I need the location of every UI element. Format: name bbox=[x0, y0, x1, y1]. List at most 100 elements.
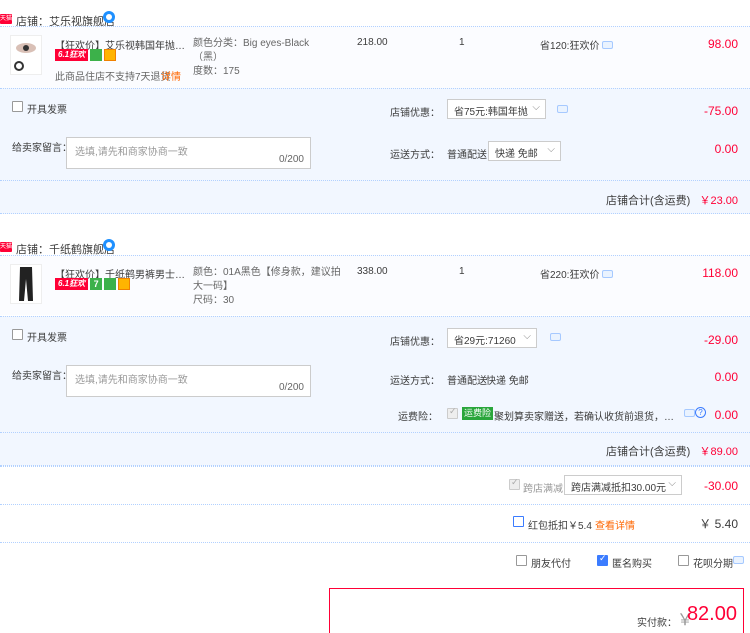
store-discount-select[interactable]: 省75元:韩国年抛 ⌵ bbox=[447, 99, 546, 119]
cross-store-value: 跨店满减抵扣30.00元 bbox=[571, 483, 667, 494]
store-discount-select[interactable]: 省29元:71260 ⌵ bbox=[447, 328, 537, 348]
tmall-badge: 天猫 bbox=[0, 14, 13, 24]
cross-store-select[interactable]: 跨店满减抵扣30.00元 ⌵ bbox=[564, 475, 682, 495]
sku-line: 尺码：30 bbox=[193, 295, 235, 306]
shipping-amount: 0.00 bbox=[714, 142, 738, 156]
huabei-info-icon[interactable] bbox=[733, 556, 744, 564]
insurance-checkbox[interactable] bbox=[447, 406, 458, 419]
shipping-type: 普通配送 bbox=[447, 376, 487, 387]
shipping-type: 普通配送 bbox=[447, 150, 487, 161]
discount-info-icon[interactable] bbox=[557, 105, 568, 113]
chevron-down-icon: ⌵ bbox=[547, 144, 555, 155]
red-packet-detail-link[interactable]: 查看详情 bbox=[595, 517, 635, 532]
chevron-down-icon: ⌵ bbox=[532, 102, 540, 113]
sku-line: 大一码】 bbox=[193, 281, 233, 292]
store-total-label: 店铺合计(含运费) bbox=[606, 195, 691, 207]
item-promo: 省220:狂欢价 bbox=[540, 270, 600, 281]
seven-day-return-icon: 7 bbox=[90, 278, 103, 290]
sku-info: 颜色：01A黑色【修身款，建议拍 大一码】 尺码：30 bbox=[193, 266, 341, 308]
store-discount-amount: -29.00 bbox=[703, 333, 738, 347]
huabei-checkbox[interactable] bbox=[678, 555, 689, 566]
tag-61-festival: 6.1狂欢 bbox=[55, 49, 89, 61]
tag-61-festival: 6.1狂欢 bbox=[55, 278, 89, 290]
invoice-label: 开具发票 bbox=[27, 105, 67, 116]
promo-tags: 6.1狂欢 bbox=[55, 49, 117, 61]
promo-tags: 6.1狂欢 7 bbox=[55, 278, 131, 290]
invoice-label: 开具发票 bbox=[27, 333, 67, 344]
chevron-down-icon: ⌵ bbox=[523, 331, 531, 342]
memo-char-count: 0/200 bbox=[278, 382, 304, 393]
payment-options-row: 朋友代付 匿名购买 花呗分期 bbox=[0, 542, 750, 582]
sku-info: 颜色分类：Big eyes-Black （黑） 度数：175 bbox=[193, 37, 309, 79]
shipping-amount: 0.00 bbox=[714, 370, 738, 384]
cross-store-discount-row: 跨店满减 跨店满减抵扣30.00元 ⌵ -30.00 bbox=[0, 466, 750, 504]
anonymous-checkbox[interactable] bbox=[597, 553, 608, 566]
seller-memo-input[interactable]: 选填,请先和商家协商一致 0/200 bbox=[66, 365, 311, 397]
store-discount-amount: -75.00 bbox=[703, 104, 738, 118]
insurance-text: 聚划算卖家赠送，若确认收货前退货，可获... bbox=[494, 412, 674, 423]
wangwang-chat-icon[interactable] bbox=[103, 239, 115, 251]
huabei-label: 花呗分期 bbox=[693, 559, 733, 570]
store-total-amount: ￥89.00 bbox=[699, 446, 738, 458]
memo-placeholder: 选填,请先和商家协商一致 bbox=[75, 375, 188, 386]
store-discount-value: 省75元:韩国年抛 bbox=[454, 107, 528, 118]
store-total-amount: ￥23.00 bbox=[699, 195, 738, 207]
cross-store-label: 跨店满减 bbox=[523, 484, 563, 495]
shipping-label: 运送方式： bbox=[390, 376, 440, 387]
memo-label: 给卖家留言： bbox=[12, 143, 72, 154]
memo-placeholder: 选填,请先和商家协商一致 bbox=[75, 147, 188, 158]
sku-line: 颜色：01A黑色【修身款，建议拍 bbox=[193, 267, 341, 278]
promo-info-icon[interactable] bbox=[602, 41, 613, 49]
return-notice-detail-link[interactable]: 详情 bbox=[161, 68, 181, 83]
store-total-label: 店铺合计(含运费) bbox=[606, 446, 691, 458]
order-item-row: 【狂欢价】艾乐视韩国年抛美瞳... 6.1狂欢 此商品住店不支持7天退货 详情 … bbox=[0, 26, 750, 88]
card-icon bbox=[104, 49, 117, 61]
item-amount: 98.00 bbox=[707, 37, 738, 51]
product-thumbnail[interactable] bbox=[10, 35, 42, 75]
insurance-label: 运费险： bbox=[398, 412, 438, 423]
quantity: 1 bbox=[459, 37, 465, 48]
order-item-row: 【狂欢价】千纸鹤男裤男士修身... 6.1狂欢 7 颜色：01A黑色【修身款，建… bbox=[0, 255, 750, 315]
insurance-chat-icon[interactable] bbox=[684, 409, 695, 417]
store-discount-label: 店铺优惠： bbox=[390, 337, 440, 348]
friend-pay-checkbox[interactable] bbox=[516, 555, 527, 566]
sku-line: 度数：175 bbox=[193, 66, 240, 77]
cross-store-checkbox[interactable] bbox=[509, 477, 520, 490]
insurance-amount: 0.00 bbox=[714, 408, 738, 422]
promo-info-icon[interactable] bbox=[602, 270, 613, 278]
shipping-label: 运送方式： bbox=[390, 150, 440, 161]
service-icon bbox=[104, 278, 117, 290]
chevron-down-icon: ⌵ bbox=[668, 478, 676, 489]
service-icon bbox=[90, 49, 103, 61]
help-icon[interactable]: ? bbox=[695, 407, 706, 418]
store-total-row: 店铺合计(含运费) ￥89.00 bbox=[0, 432, 750, 466]
item-amount: 118.00 bbox=[702, 266, 738, 280]
store-discount-value: 省29元:71260 bbox=[454, 336, 516, 347]
cross-store-amount: -30.00 bbox=[703, 479, 738, 493]
return-notice: 此商品住店不支持7天退货 bbox=[55, 72, 171, 83]
insurance-badge: 运费险 bbox=[462, 407, 494, 420]
tmall-badge: 天猫 bbox=[0, 242, 13, 252]
sku-line: 颜色分类：Big eyes-Black bbox=[193, 38, 310, 49]
sku-line: （黑） bbox=[193, 52, 223, 63]
final-payment-box: 实付款： ￥ 82.00 bbox=[329, 588, 744, 633]
discount-info-icon[interactable] bbox=[550, 333, 561, 341]
final-label: 实付款： bbox=[637, 618, 677, 629]
invoice-checkbox[interactable] bbox=[12, 101, 23, 112]
red-packet-checkbox[interactable] bbox=[513, 516, 524, 527]
unit-price: 338.00 bbox=[357, 266, 388, 277]
red-packet-row: 红包抵扣￥5.4 查看详情 ￥ 5.40 bbox=[0, 504, 750, 542]
red-packet-label: 红包抵扣￥5.4 bbox=[528, 521, 592, 532]
anonymous-label: 匿名购买 bbox=[612, 559, 652, 570]
product-thumbnail[interactable] bbox=[10, 264, 42, 304]
invoice-checkbox[interactable] bbox=[12, 329, 23, 340]
store-discount-label: 店铺优惠： bbox=[390, 108, 440, 119]
seller-memo-input[interactable]: 选填,请先和商家协商一致 0/200 bbox=[66, 137, 311, 169]
card-icon bbox=[118, 278, 131, 290]
shipping-value: 快递 免邮 bbox=[495, 149, 538, 160]
shipping-select[interactable]: 快递 免邮 ⌵ bbox=[488, 141, 561, 161]
wangwang-chat-icon[interactable] bbox=[103, 11, 115, 23]
memo-label: 给卖家留言： bbox=[12, 371, 72, 382]
shipping-value: 快递 免邮 bbox=[486, 376, 529, 387]
store-total-row: 店铺合计(含运费) ￥23.00 bbox=[0, 180, 750, 214]
